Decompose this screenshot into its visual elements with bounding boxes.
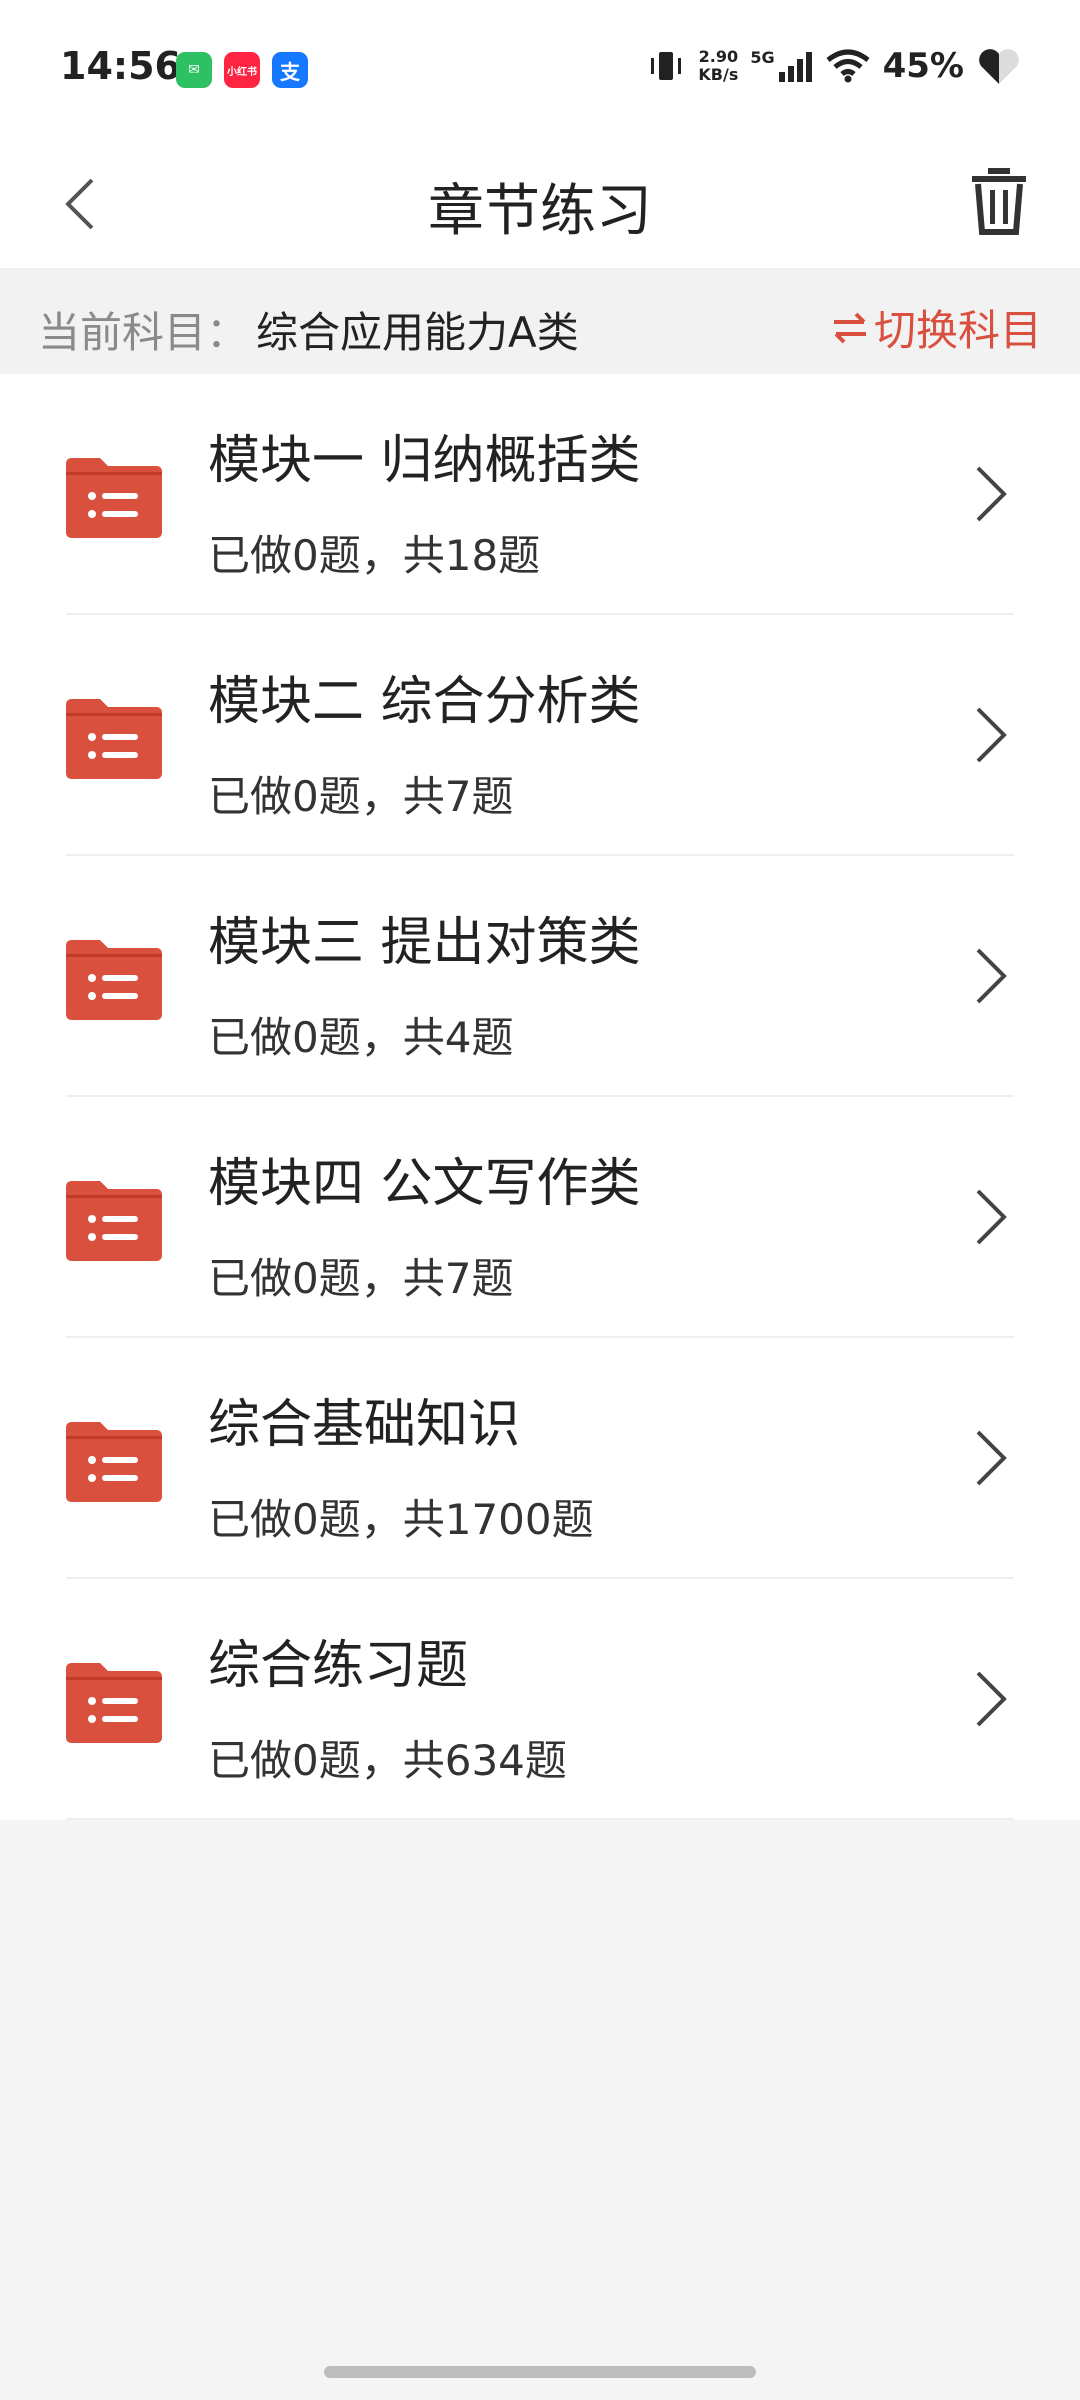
wifi-icon <box>826 49 870 83</box>
alipay-icon: 支 <box>272 52 308 88</box>
home-indicator[interactable] <box>324 2366 756 2378</box>
swap-arrows-icon <box>833 312 866 343</box>
folder-list-icon <box>66 1663 162 1743</box>
switch-subject-label: 切换科目 <box>873 306 1042 355</box>
chapter-progress: 已做0题，共18题 <box>208 531 541 580</box>
chapter-progress: 已做0题，共7题 <box>208 772 514 821</box>
chevron-right-icon <box>976 1671 1007 1727</box>
chevron-right-icon <box>976 1430 1007 1486</box>
network-speed-value: 2.90 <box>698 47 739 66</box>
list-item[interactable]: 模块三 提出对策类 已做0题，共4题 <box>0 856 1080 1097</box>
divider <box>66 1818 1014 1820</box>
subject-bar: 当前科目： 综合应用能力A类 切换科目 <box>0 269 1080 373</box>
wechat-icon: ✉ <box>176 52 212 88</box>
chapter-progress: 已做0题，共634题 <box>208 1736 567 1785</box>
chapter-progress: 已做0题，共1700题 <box>208 1495 594 1544</box>
status-right: 2.90 KB/s 5G 45% <box>646 46 1022 86</box>
chapter-title: 模块一 归纳概括类 <box>208 431 641 491</box>
chapter-list: 模块一 归纳概括类 已做0题，共18题 模块二 综合分析类 已做0题，共7题 模… <box>0 374 1080 1820</box>
chevron-right-icon <box>976 1189 1007 1245</box>
chevron-right-icon <box>976 948 1007 1004</box>
status-time: 14:56 <box>60 44 181 88</box>
list-item[interactable]: 综合基础知识 已做0题，共1700题 <box>0 1338 1080 1579</box>
switch-subject-button[interactable]: 切换科目 <box>830 297 1042 358</box>
chevron-right-icon <box>976 707 1007 763</box>
vibrate-icon <box>651 52 682 80</box>
status-bar: 14:56 ✉ 小红书 支 2.90 KB/s 5G 45% <box>0 0 1080 140</box>
subject-label: 当前科目： <box>38 308 249 357</box>
chapter-title: 综合基础知识 <box>208 1395 521 1455</box>
chapter-progress: 已做0题，共7题 <box>208 1254 514 1303</box>
trash-icon <box>972 168 1026 235</box>
page-title: 章节练习 <box>428 179 652 244</box>
folder-list-icon <box>66 1181 162 1261</box>
network-type: 5G <box>750 48 775 67</box>
list-item[interactable]: 模块四 公文写作类 已做0题，共7题 <box>0 1097 1080 1338</box>
chapter-title: 模块三 提出对策类 <box>208 913 641 973</box>
chevron-right-icon <box>976 466 1007 522</box>
delete-button[interactable] <box>954 156 1044 246</box>
folder-list-icon <box>66 699 162 779</box>
screen: 14:56 ✉ 小红书 支 2.90 KB/s 5G 45% 章节练习 当前科目… <box>0 0 1080 2400</box>
chapter-title: 模块二 综合分析类 <box>208 672 641 732</box>
status-app-icons: ✉ 小红书 支 <box>176 52 308 88</box>
subject-value: 综合应用能力A类 <box>256 308 579 357</box>
battery-percent: 45% <box>882 46 964 86</box>
battery-heart-icon <box>979 49 1019 84</box>
list-item[interactable]: 模块一 归纳概括类 已做0题，共18题 <box>0 374 1080 615</box>
nav-header: 章节练习 <box>0 140 1080 269</box>
signal-icon <box>778 52 812 82</box>
folder-list-icon <box>66 940 162 1020</box>
network-speed: 2.90 KB/s <box>698 48 738 84</box>
xiaohongshu-icon: 小红书 <box>224 52 260 88</box>
cellular-signal: 5G <box>750 48 812 84</box>
folder-list-icon <box>66 1422 162 1502</box>
chapter-title: 综合练习题 <box>208 1636 469 1696</box>
network-speed-unit: KB/s <box>698 65 739 84</box>
chapter-title: 模块四 公文写作类 <box>208 1154 641 1214</box>
list-item[interactable]: 综合练习题 已做0题，共634题 <box>0 1579 1080 1820</box>
folder-list-icon <box>66 458 162 538</box>
chapter-progress: 已做0题，共4题 <box>208 1013 514 1062</box>
list-item[interactable]: 模块二 综合分析类 已做0题，共7题 <box>0 615 1080 856</box>
